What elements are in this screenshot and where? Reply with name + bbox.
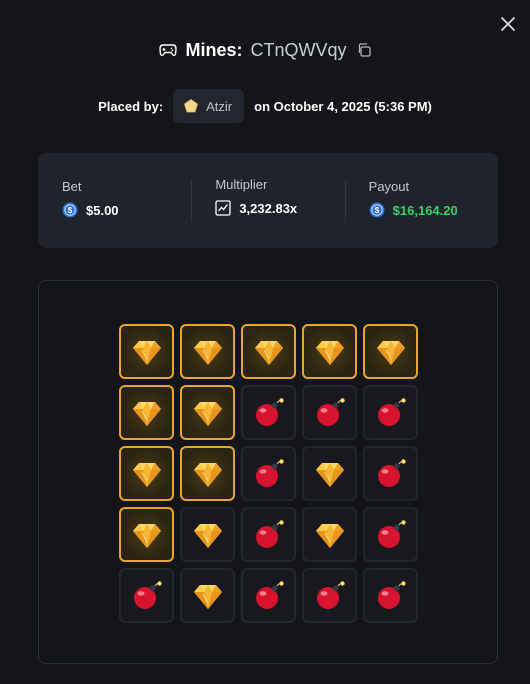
bomb-icon [374,457,408,491]
coin-icon: $ [369,202,385,218]
gem-icon [191,518,225,552]
game-id: CTnQWVqy [250,39,347,60]
bomb-icon [374,396,408,430]
placed-by-row: Placed by: Atzir on October 4, 2025 (5:3… [0,89,530,123]
placed-date: on October 4, 2025 (5:36 PM) [254,98,432,114]
coin-icon: $ [62,202,78,218]
user-chip[interactable]: Atzir [173,89,245,123]
tile-r4-c3[interactable] [241,507,296,562]
tile-r5-c3[interactable] [241,568,296,623]
gamepad-icon [159,41,178,59]
gem-icon [374,335,408,369]
tile-r4-c4[interactable] [302,507,357,562]
gem-icon [130,335,164,369]
mines-board [38,280,498,664]
multiplier-value: 3,232.83x [239,200,298,216]
gem-icon [191,579,225,613]
tile-r2-c5[interactable] [363,385,418,440]
gem-icon [313,457,347,491]
bet-stat: Bet $ $5.00 [38,153,191,248]
bet-value: $5.00 [86,202,119,218]
gem-icon [313,518,347,552]
gem-icon [191,457,225,491]
bomb-icon [313,579,347,613]
close-icon [501,17,515,31]
bomb-icon [313,396,347,430]
tile-r5-c4[interactable] [302,568,357,623]
gem-icon [130,396,164,430]
copy-icon[interactable] [357,43,371,57]
multiplier-label: Multiplier [215,177,268,192]
username: Atzir [206,98,233,114]
tile-r3-c3[interactable] [241,446,296,501]
payout-value: $16,164.20 [392,202,458,218]
gem-icon [252,335,286,369]
payout-label: Payout [368,179,410,194]
tile-r2-c3[interactable] [241,385,296,440]
tile-r3-c5[interactable] [363,446,418,501]
tile-r1-c1[interactable] [119,324,174,379]
bomb-icon [252,396,286,430]
svg-text:$: $ [374,206,379,215]
tile-r1-c4[interactable] [302,324,357,379]
tile-r3-c4[interactable] [302,446,357,501]
tile-r1-c3[interactable] [241,324,296,379]
tile-r2-c4[interactable] [302,385,357,440]
bomb-icon [252,579,286,613]
bet-label: Bet [62,179,82,194]
gem-icon [130,457,164,491]
tile-r5-c5[interactable] [363,568,418,623]
modal-title: Mines: CTnQWVqy [0,38,530,62]
bomb-icon [130,579,164,613]
gem-icon [130,518,164,552]
tile-r2-c2[interactable] [180,385,235,440]
tile-r5-c1[interactable] [119,568,174,623]
placed-by-label: Placed by: [98,98,164,114]
bomb-icon [374,518,408,552]
tile-r2-c1[interactable] [119,385,174,440]
bomb-icon [374,579,408,613]
close-button[interactable] [498,14,518,34]
bomb-icon [252,457,286,491]
mines-grid [119,324,418,623]
pentagon-badge-icon [183,98,199,114]
tile-r1-c5[interactable] [363,324,418,379]
game-name: Mines: [185,39,243,60]
bomb-icon [252,518,286,552]
gem-icon [313,335,347,369]
payout-stat: Payout $ $16,164.20 [344,153,498,248]
chart-icon [215,200,231,216]
tile-r1-c2[interactable] [180,324,235,379]
stats-card: Bet $ $5.00 Multiplier 3,232.83x Payout … [38,153,498,248]
gem-icon [191,335,225,369]
svg-text:$: $ [68,206,73,215]
tile-r4-c5[interactable] [363,507,418,562]
tile-r4-c2[interactable] [180,507,235,562]
tile-r5-c2[interactable] [180,568,235,623]
tile-r3-c1[interactable] [119,446,174,501]
tile-r4-c1[interactable] [119,507,174,562]
multiplier-stat: Multiplier 3,232.83x [191,153,344,248]
gem-icon [191,396,225,430]
tile-r3-c2[interactable] [180,446,235,501]
